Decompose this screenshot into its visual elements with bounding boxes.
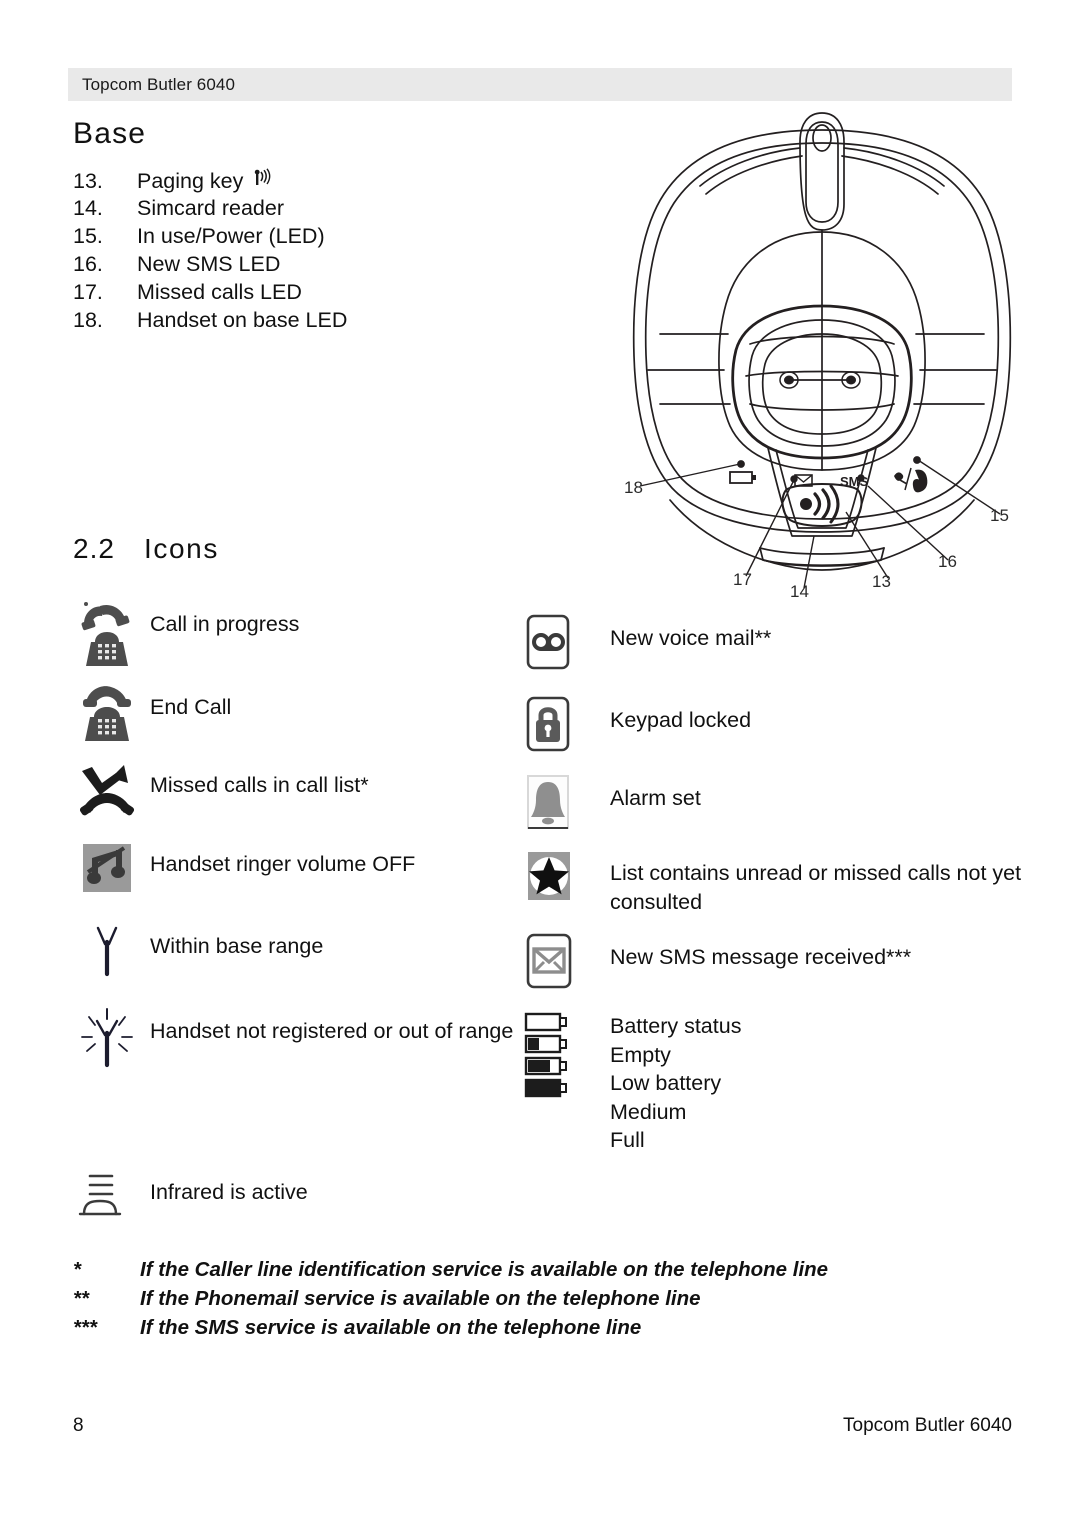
footnote-row: ** If the Phonemail service is available… (73, 1287, 973, 1316)
callout-18: 18 (624, 478, 643, 497)
footnote-text: If the Phonemail service is available on… (140, 1287, 701, 1310)
star-unread-icon (524, 849, 610, 907)
battery-label-line: Low battery (610, 1071, 722, 1095)
part-number: 17. (73, 280, 103, 304)
call-in-progress-icon (78, 600, 150, 672)
list-item: 13. Paging key (73, 168, 503, 196)
ringer-off-icon (78, 840, 150, 898)
part-label: Paging key (137, 169, 244, 193)
list-item: 18. Handset on base LED (73, 308, 503, 336)
voice-mail-icon (524, 614, 610, 674)
paging-button-glyph (800, 484, 840, 524)
list-item: Handset not registered or out of range (78, 1007, 545, 1069)
list-item: 17. Missed calls LED (73, 280, 503, 308)
footer-model-name: Topcom Butler 6040 (843, 1415, 1012, 1436)
part-label: New SMS LED (137, 252, 281, 276)
running-header-title: Topcom Butler 6040 (82, 75, 235, 94)
base-station-diagram: SMS 18 15 16 17 14 13 (600, 108, 1040, 601)
icon-label: Handset ringer volume OFF (150, 852, 416, 876)
callout-13: 13 (872, 572, 891, 591)
list-item: Alarm set (524, 774, 701, 834)
out-of-range-icon (78, 1007, 150, 1069)
battery-label-line: Battery status (610, 1014, 742, 1038)
within-range-icon (78, 922, 150, 980)
footnote-marker: *** (73, 1316, 97, 1339)
battery-status-row: Battery status Empty Low battery Medium … (524, 1010, 741, 1155)
section-number: 2.2 (73, 533, 115, 564)
part-label: In use/Power (LED) (137, 224, 325, 248)
list-item: Call in progress (78, 600, 299, 672)
infrared-icon (78, 1168, 150, 1220)
list-item: End Call (78, 683, 231, 745)
callout-15: 15 (990, 506, 1009, 525)
callout-14: 14 (790, 582, 809, 601)
icon-label: Missed calls in call list* (150, 773, 369, 797)
icon-label: New voice mail** (610, 626, 772, 650)
icon-label: New SMS message received*** (610, 945, 912, 969)
icon-label: Alarm set (610, 786, 701, 810)
missed-calls-icon (78, 761, 150, 823)
keypad-lock-icon (524, 696, 610, 756)
list-item: List contains unread or missed calls not… (524, 849, 1030, 917)
part-number: 16. (73, 252, 103, 276)
footnote-marker: * (73, 1258, 81, 1281)
heading-base: Base (73, 117, 147, 150)
list-item: Infrared is active (78, 1168, 308, 1220)
icon-label: Handset not registered or out of range (150, 1019, 514, 1043)
battery-status-labels: Battery status Empty Low battery Medium … (610, 1010, 741, 1155)
paging-key-icon (252, 168, 274, 188)
end-call-icon (78, 683, 150, 745)
running-header-band: Topcom Butler 6040 (68, 68, 1012, 101)
list-item: New voice mail** (524, 614, 771, 674)
list-item: 16. New SMS LED (73, 252, 503, 280)
part-label: Handset on base LED (137, 308, 348, 332)
part-number: 15. (73, 224, 103, 248)
footnote-marker: ** (73, 1287, 89, 1310)
icon-label: Keypad locked (610, 708, 752, 732)
icon-label: Within base range (150, 934, 324, 958)
in-use-power-marking (894, 467, 928, 493)
footnotes: * If the Caller line identification serv… (73, 1258, 973, 1345)
list-item: Keypad locked (524, 696, 751, 756)
list-item: Within base range (78, 922, 323, 980)
list-item: 14. Simcard reader (73, 196, 503, 224)
icon-label: List contains unread or missed calls not… (610, 861, 1022, 914)
footnote-text: If the Caller line identification servic… (140, 1258, 829, 1281)
alarm-bell-icon (524, 774, 610, 834)
icon-label: Infrared is active (150, 1180, 308, 1204)
battery-label-line: Medium (610, 1099, 687, 1124)
list-item: Missed calls in call list* (78, 761, 369, 823)
part-number: 14. (73, 196, 103, 220)
callout-16: 16 (938, 552, 957, 571)
section-title: Icons (144, 533, 219, 564)
battery-label-line: Empty (610, 1042, 671, 1067)
part-number: 13. (73, 169, 103, 193)
battery-label-line: Full (610, 1128, 645, 1152)
footnote-row: * If the Caller line identification serv… (73, 1258, 973, 1287)
handset-on-base-marking (729, 471, 756, 484)
footnote-row: *** If the SMS service is available on t… (73, 1316, 973, 1345)
callout-17: 17 (733, 570, 752, 589)
base-parts-list: 13. Paging key 14. Simcard reader 15. In… (73, 168, 503, 336)
icon-label: Call in progress (150, 612, 300, 636)
sms-envelope-icon (524, 933, 610, 993)
part-label: Missed calls LED (137, 280, 302, 304)
part-number: 18. (73, 308, 103, 332)
list-item: 15. In use/Power (LED) (73, 224, 503, 252)
footnote-text: If the SMS service is available on the t… (140, 1316, 642, 1339)
list-item: Handset ringer volume OFF (78, 840, 415, 898)
part-label: Simcard reader (137, 196, 284, 220)
list-item: New SMS message received*** (524, 933, 911, 993)
manual-page: Topcom Butler 6040 Base 13. Paging key 1… (0, 0, 1080, 1528)
icon-label: End Call (150, 695, 232, 719)
battery-status-icon (524, 1010, 610, 1110)
page-number: 8 (73, 1415, 84, 1436)
